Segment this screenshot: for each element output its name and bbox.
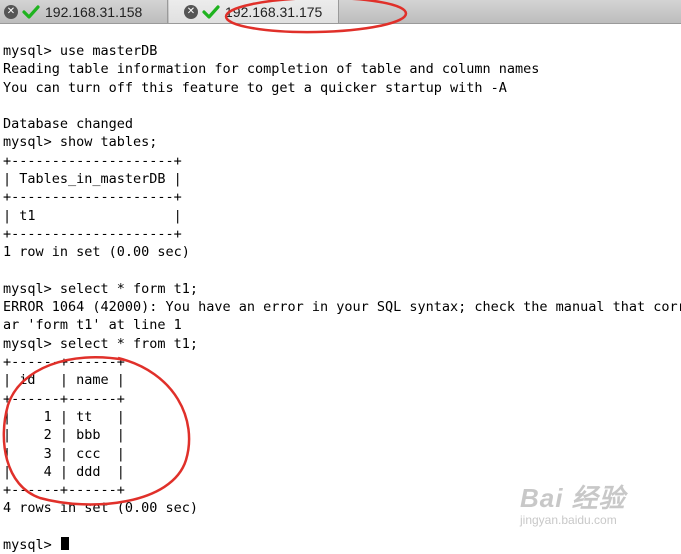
terminal-line: ar 'form t1' at line 1 bbox=[3, 317, 182, 334]
close-icon[interactable]: ✕ bbox=[4, 4, 18, 19]
terminal-line: | id | name | bbox=[3, 372, 125, 389]
terminal-prompt: mysql> bbox=[3, 537, 60, 554]
terminal-prompt-line[interactable]: mysql> bbox=[3, 536, 681, 554]
close-icon[interactable]: ✕ bbox=[184, 4, 198, 19]
terminal-line: ERROR 1064 (42000): You have an error in… bbox=[3, 299, 681, 316]
terminal-line: You can turn off this feature to get a q… bbox=[3, 79, 507, 96]
tab-label: 192.168.31.175 bbox=[225, 3, 323, 20]
terminal-line: +--------------------+ bbox=[3, 189, 182, 206]
terminal-line: mysql> use masterDB bbox=[3, 43, 158, 59]
terminal-line: mysql> select * form t1; bbox=[3, 280, 199, 297]
terminal-line: | Tables_in_masterDB | bbox=[3, 171, 182, 188]
tab-session-2[interactable]: ✕ 192.168.31.175 bbox=[169, 0, 339, 23]
tab-label: 192.168.31.158 bbox=[45, 3, 143, 20]
terminal-line: | t1 | bbox=[3, 207, 182, 224]
terminal-line: | 3 | ccc | bbox=[3, 445, 125, 462]
terminal-line: | 1 | tt | bbox=[3, 408, 125, 425]
terminal-line: mysql> show tables; bbox=[3, 134, 158, 151]
terminal-line: +--------------------+ bbox=[3, 152, 182, 169]
terminal-line: Database changed bbox=[3, 116, 134, 133]
tab-session-1[interactable]: ✕ 192.168.31.158 bbox=[0, 0, 168, 23]
terminal-line: Reading table information for completion… bbox=[3, 61, 540, 78]
tab-bar: ✕ 192.168.31.158 ✕ 192.168.31.175 bbox=[0, 0, 681, 24]
terminal-line: +------+------+ bbox=[3, 390, 125, 407]
terminal-line: +--------------------+ bbox=[3, 225, 182, 242]
terminal-line: mysql> select * from t1; bbox=[3, 335, 199, 352]
checkmark-icon bbox=[202, 4, 220, 19]
watermark-main: Bai 经验 bbox=[520, 483, 626, 513]
text-cursor bbox=[60, 537, 69, 551]
terminal-line: 1 row in set (0.00 sec) bbox=[3, 244, 190, 261]
terminal-line: +------+------+ bbox=[3, 354, 125, 371]
checkmark-icon bbox=[22, 4, 40, 19]
watermark-sub: jingyan.baidu.com bbox=[520, 513, 617, 527]
terminal-line: | 2 | bbb | bbox=[3, 427, 125, 444]
watermark-logo: Bai 经验 jingyan.baidu.com bbox=[520, 478, 670, 538]
